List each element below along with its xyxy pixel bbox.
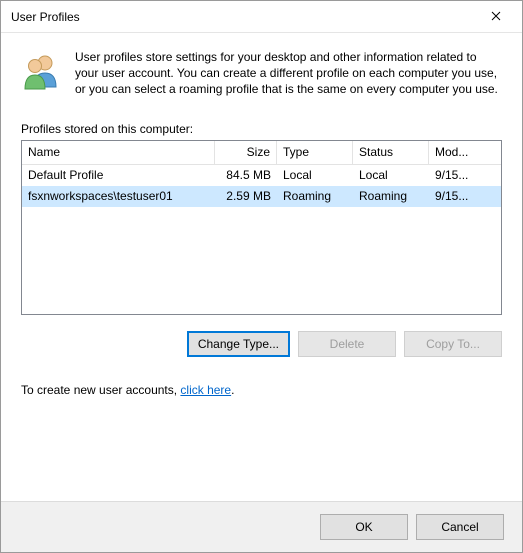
cell-status: Roaming xyxy=(353,186,429,207)
table-row[interactable]: Default Profile 84.5 MB Local Local 9/15… xyxy=(22,165,501,186)
header-row: User profiles store settings for your de… xyxy=(21,49,502,98)
description-text: User profiles store settings for your de… xyxy=(75,49,502,98)
cell-size: 84.5 MB xyxy=(215,165,277,186)
profile-buttons-row: Change Type... Delete Copy To... xyxy=(21,331,502,357)
cell-type: Roaming xyxy=(277,186,353,207)
cell-modified: 9/15... xyxy=(429,186,487,207)
column-header-name[interactable]: Name xyxy=(22,141,215,164)
close-icon xyxy=(491,9,501,24)
copy-to-button: Copy To... xyxy=(404,331,502,357)
hint-text: To create new user accounts, click here. xyxy=(21,383,502,397)
listview-body: Default Profile 84.5 MB Local Local 9/15… xyxy=(22,165,501,207)
cancel-button[interactable]: Cancel xyxy=(416,514,504,540)
dialog-content: User profiles store settings for your de… xyxy=(1,33,522,411)
create-account-link[interactable]: click here xyxy=(180,383,231,397)
change-type-button[interactable]: Change Type... xyxy=(187,331,290,357)
column-header-modified[interactable]: Mod... xyxy=(429,141,487,164)
table-row[interactable]: fsxnworkspaces\testuser01 2.59 MB Roamin… xyxy=(22,186,501,207)
close-button[interactable] xyxy=(474,2,518,32)
hint-suffix: . xyxy=(231,383,234,397)
cell-modified: 9/15... xyxy=(429,165,487,186)
cell-status: Local xyxy=(353,165,429,186)
cell-size: 2.59 MB xyxy=(215,186,277,207)
column-header-type[interactable]: Type xyxy=(277,141,353,164)
users-icon xyxy=(21,49,61,98)
listview-header: Name Size Type Status Mod... xyxy=(22,141,501,165)
dialog-footer: OK Cancel xyxy=(1,501,522,552)
section-label: Profiles stored on this computer: xyxy=(21,122,502,136)
cell-name: fsxnworkspaces\testuser01 xyxy=(22,186,215,207)
profiles-listview[interactable]: Name Size Type Status Mod... Default Pro… xyxy=(21,140,502,315)
window-title: User Profiles xyxy=(11,10,474,24)
cell-name: Default Profile xyxy=(22,165,215,186)
titlebar: User Profiles xyxy=(1,1,522,33)
delete-button: Delete xyxy=(298,331,396,357)
hint-prefix: To create new user accounts, xyxy=(21,383,180,397)
column-header-status[interactable]: Status xyxy=(353,141,429,164)
cell-type: Local xyxy=(277,165,353,186)
column-header-size[interactable]: Size xyxy=(215,141,277,164)
ok-button[interactable]: OK xyxy=(320,514,408,540)
